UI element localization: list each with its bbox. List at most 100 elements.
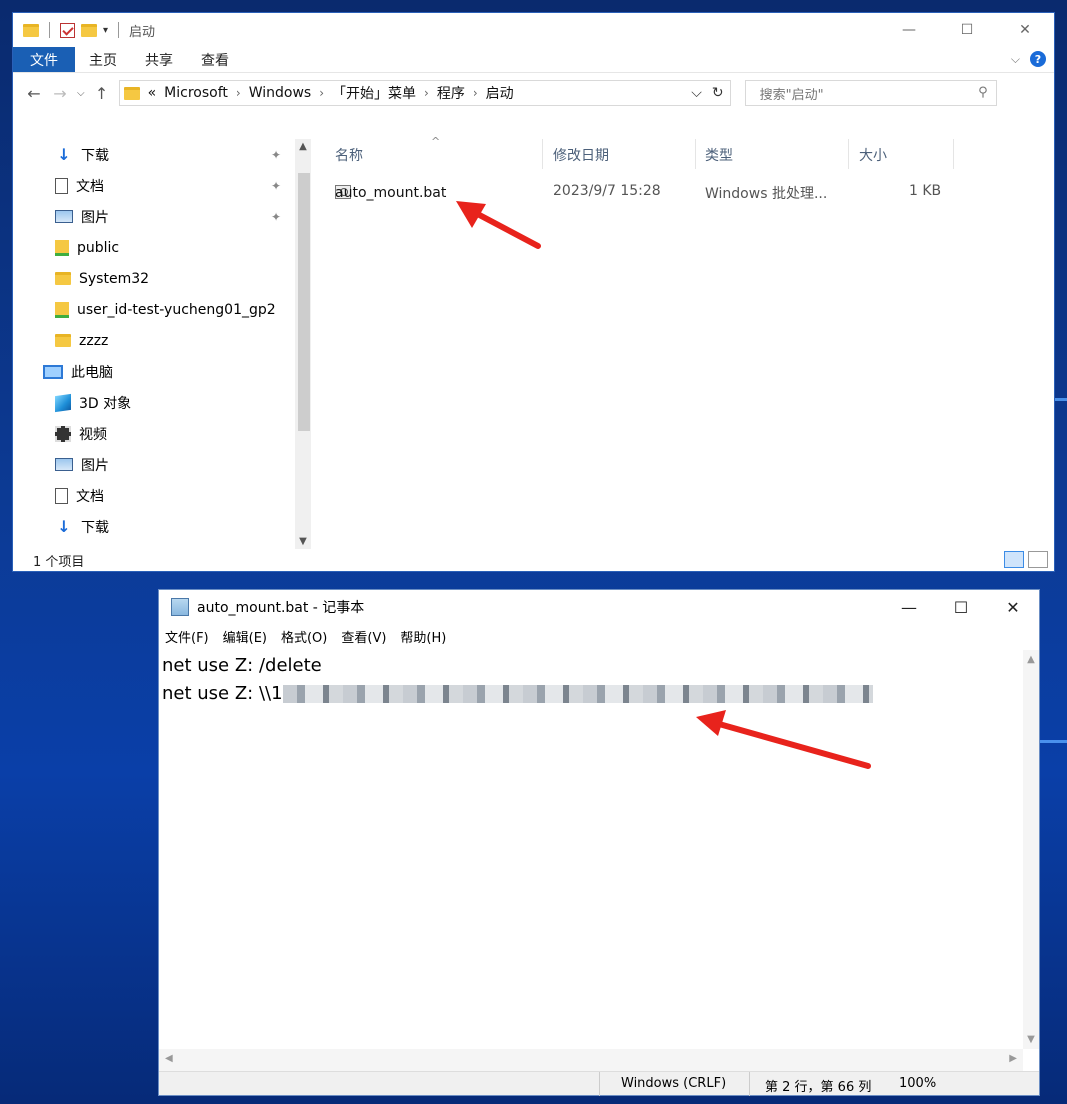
breadcrumb-windows[interactable]: Windows [249, 85, 312, 101]
breadcrumb-chevron-icon[interactable]: › [319, 86, 324, 100]
large-icons-view-icon[interactable] [1028, 551, 1048, 568]
notepad-horizontal-scrollbar[interactable]: ◀ ▶ [159, 1049, 1023, 1071]
search-icon[interactable]: ⚲ [978, 85, 988, 100]
breadcrumb-chevron-icon[interactable]: › [473, 86, 478, 100]
pin-icon[interactable]: ✦ [271, 148, 281, 162]
address-tail-controls: ⌵ ↻ [691, 85, 723, 101]
breadcrumb-startup[interactable]: 启动 [486, 83, 514, 103]
new-folder-icon[interactable] [81, 23, 97, 37]
nav-item-label: 文档 [76, 178, 104, 195]
nav-item-pictures-pc[interactable]: 图片 [13, 449, 311, 480]
menu-edit[interactable]: 编辑(E) [223, 627, 267, 646]
nav-scrollbar[interactable]: ▲ ▼ [295, 139, 311, 549]
up-arrow-icon[interactable]: ↑ [93, 84, 111, 103]
maximize-button[interactable]: ☐ [935, 590, 987, 624]
pin-icon[interactable]: ✦ [271, 179, 281, 193]
tab-view[interactable]: 查看 [187, 47, 243, 72]
nav-item-documents[interactable]: 文档 ✦ [13, 170, 311, 201]
picture-icon [55, 458, 73, 471]
notepad-icon [171, 598, 189, 616]
details-view-icon[interactable] [1004, 551, 1024, 568]
maximize-button[interactable]: ☐ [938, 13, 996, 47]
scroll-left-icon[interactable]: ◀ [165, 1053, 173, 1064]
picture-icon [55, 210, 73, 223]
column-divider[interactable] [695, 139, 696, 169]
pin-icon[interactable]: ✦ [271, 210, 281, 224]
breadcrumb-start-menu[interactable]: 「开始」菜单 [332, 83, 416, 103]
document-icon [55, 177, 68, 194]
address-dropdown-icon[interactable]: ⌵ [691, 85, 702, 101]
nav-item-pictures[interactable]: 图片 ✦ [13, 201, 311, 232]
file-list-pane: ^ 名称 修改日期 类型 大小 auto_mount.bat 2023/9/7 … [311, 135, 1054, 549]
address-bar[interactable]: « Microsoft › Windows › 「开始」菜单 › 程序 › 启动… [118, 80, 731, 106]
forward-arrow-icon[interactable]: → [51, 84, 69, 103]
column-name[interactable]: 名称 [335, 145, 363, 165]
properties-icon[interactable] [60, 22, 75, 38]
nav-item-label: System32 [79, 270, 150, 287]
close-button[interactable]: ✕ [987, 590, 1039, 624]
scrollbar-thumb[interactable] [298, 173, 310, 431]
tab-home[interactable]: 主页 [75, 47, 131, 72]
notepad-status-bar: Windows (CRLF) 第 2 行，第 66 列 100% [159, 1071, 1039, 1096]
toolbar-separator [118, 22, 120, 38]
tab-file[interactable]: 文件 [13, 47, 75, 72]
expand-ribbon-icon[interactable]: ⌵ [1011, 52, 1020, 67]
item-count: 1 个项目 [33, 554, 85, 570]
redacted-text [282, 685, 873, 703]
download-arrow-icon: ↓ [57, 517, 71, 536]
nav-item-downloads-pc[interactable]: ↓ 下载 [13, 511, 311, 542]
column-divider[interactable] [953, 139, 954, 169]
back-arrow-icon[interactable]: ← [25, 84, 43, 103]
file-row[interactable]: auto_mount.bat 2023/9/7 15:28 Windows 批处… [311, 181, 1054, 205]
document-icon [55, 487, 68, 504]
nav-item-this-pc[interactable]: 此电脑 [13, 356, 311, 387]
menu-file[interactable]: 文件(F) [165, 627, 209, 646]
breadcrumb-microsoft[interactable]: Microsoft [164, 85, 228, 101]
column-divider[interactable] [542, 139, 543, 169]
navigation-pane: ↓ 下载 ✦ 文档 ✦ 图片 ✦ public System32 user_id… [13, 139, 311, 549]
folder-icon [55, 334, 71, 347]
ribbon-tabs: 文件 主页 共享 查看 ⌵ ? [13, 47, 1054, 73]
breadcrumb-chevron-icon[interactable]: › [424, 86, 429, 100]
scroll-down-icon[interactable]: ▼ [295, 536, 311, 547]
search-input[interactable]: 搜索"启动" ⚲ [744, 80, 997, 106]
scroll-right-icon[interactable]: ▶ [1009, 1053, 1017, 1064]
nav-item-videos[interactable]: 视频 [13, 418, 311, 449]
customize-toolbar-icon[interactable]: ▾ [103, 25, 108, 36]
tab-share[interactable]: 共享 [131, 47, 187, 72]
column-divider[interactable] [848, 139, 849, 169]
column-size[interactable]: 大小 [859, 145, 887, 165]
window-title: 启动 [129, 24, 156, 40]
menu-help[interactable]: 帮助(H) [400, 627, 446, 646]
refresh-icon[interactable]: ↻ [712, 85, 724, 101]
nav-item-user-folder[interactable]: user_id-test-yucheng01_gp2 [13, 294, 311, 325]
menu-format[interactable]: 格式(O) [281, 627, 327, 646]
nav-item-system32[interactable]: System32 [13, 263, 311, 294]
nav-item-zzzz[interactable]: zzzz [13, 325, 311, 356]
recent-locations-icon[interactable]: ⌵ [77, 88, 85, 99]
scroll-up-icon[interactable]: ▲ [1023, 654, 1039, 665]
explorer-titlebar: ▾ 启动 — ☐ ✕ [13, 13, 1054, 47]
scroll-up-icon[interactable]: ▲ [295, 141, 311, 152]
nav-item-public[interactable]: public [13, 232, 311, 263]
file-explorer-window: ▾ 启动 — ☐ ✕ 文件 主页 共享 查看 ⌵ ? ← → ⌵ ↑ « Mic… [12, 12, 1055, 572]
breadcrumb-overflow[interactable]: « [148, 85, 157, 101]
notepad-window: auto_mount.bat - 记事本 — ☐ ✕ 文件(F) 编辑(E) 格… [158, 589, 1040, 1096]
scroll-down-icon[interactable]: ▼ [1023, 1034, 1039, 1045]
minimize-button[interactable]: — [880, 13, 938, 47]
nav-item-3d-objects[interactable]: 3D 对象 [13, 387, 311, 418]
help-icon[interactable]: ? [1030, 51, 1046, 67]
download-arrow-icon: ↓ [57, 145, 71, 164]
nav-item-label: 3D 对象 [79, 395, 132, 412]
close-button[interactable]: ✕ [996, 13, 1054, 47]
breadcrumb-programs[interactable]: 程序 [437, 83, 465, 103]
column-type[interactable]: 类型 [705, 145, 733, 165]
column-modified[interactable]: 修改日期 [553, 145, 609, 165]
nav-item-downloads[interactable]: ↓ 下载 ✦ [13, 139, 311, 170]
minimize-button[interactable]: — [883, 590, 935, 624]
nav-item-documents-pc[interactable]: 文档 [13, 480, 311, 511]
menu-view[interactable]: 查看(V) [341, 627, 386, 646]
notepad-text-area[interactable]: net use Z: /delete net use Z: \\1 [159, 650, 1023, 1049]
notepad-vertical-scrollbar[interactable]: ▲ ▼ [1023, 650, 1039, 1049]
breadcrumb-chevron-icon[interactable]: › [236, 86, 241, 100]
